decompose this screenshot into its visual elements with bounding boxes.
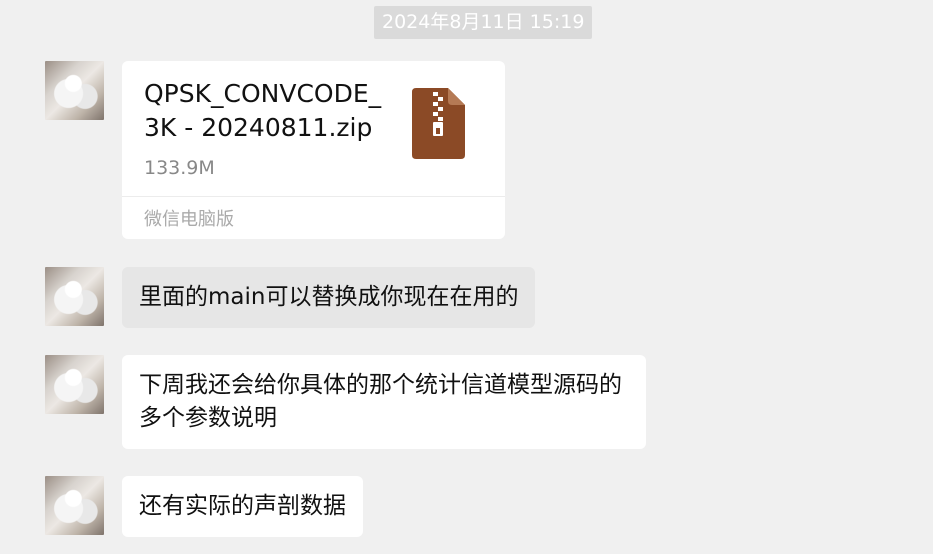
file-size: 133.9M: [144, 157, 215, 179]
message-bubble[interactable]: 下周我还会给你具体的那个统计信道模型源码的多个参数说明: [122, 355, 646, 449]
message-bubble[interactable]: 还有实际的声剖数据: [122, 476, 363, 537]
file-divider: [122, 196, 505, 197]
avatar[interactable]: [45, 267, 104, 326]
zip-file-icon: [412, 88, 465, 159]
file-message-card[interactable]: QPSK_CONVCODE_3K - 20240811.zip 133.9M 微…: [122, 61, 505, 239]
avatar[interactable]: [45, 355, 104, 414]
message-bubble[interactable]: 里面的main可以替换成你现在在用的: [122, 267, 536, 328]
file-name: QPSK_CONVCODE_3K - 20240811.zip: [144, 79, 382, 142]
file-source-label: 微信电脑版: [144, 209, 234, 230]
avatar[interactable]: [45, 61, 104, 120]
avatar[interactable]: [45, 476, 104, 535]
chat-timestamp: 2024年8月11日 15:19: [374, 6, 593, 39]
